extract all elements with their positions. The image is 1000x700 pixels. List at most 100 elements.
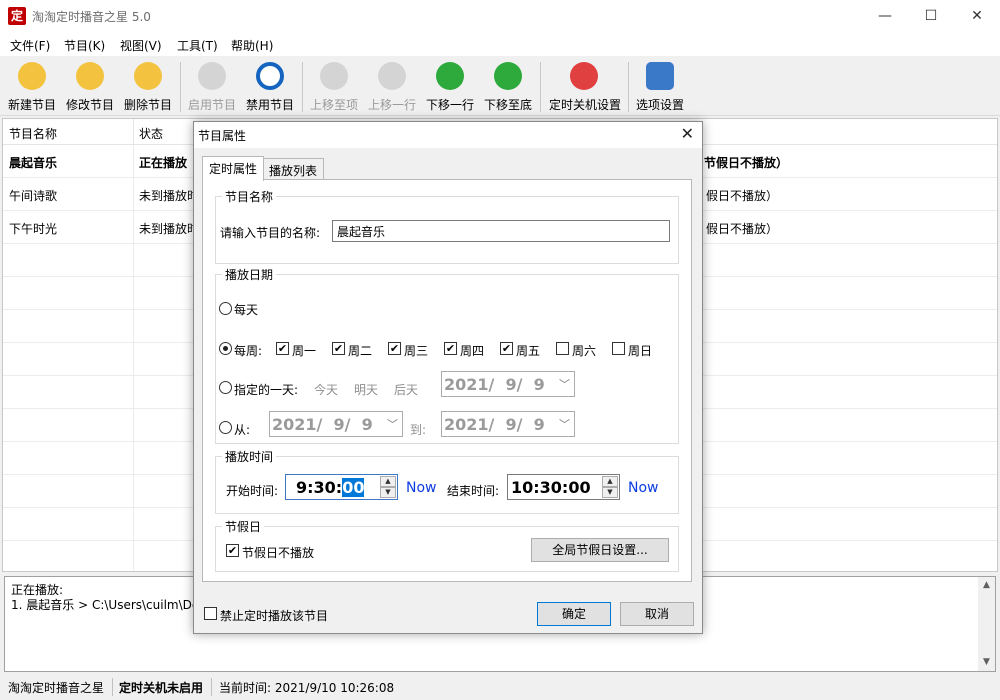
start-time-spinner[interactable]: 9:30:00 ▲ ▼ (285, 474, 398, 500)
monday-label[interactable]: 周一 (292, 342, 316, 359)
edit-program-button[interactable]: 修改节目 (61, 60, 119, 114)
end-now-link[interactable]: Now (628, 480, 659, 496)
start-time-label: 开始时间: (226, 484, 279, 498)
today-link[interactable]: 今天 (314, 381, 338, 398)
program-properties-dialog: 节目属性 ✕ 定时属性 播放列表 节目名称 请输入节目的名称: 晨起音乐 播放日… (193, 121, 703, 634)
close-window-button[interactable]: ✕ (954, 0, 1000, 32)
column-divider[interactable] (133, 119, 134, 145)
start-now-link[interactable]: Now (406, 480, 437, 496)
close-icon[interactable]: ✕ (681, 124, 694, 143)
saturday-checkbox[interactable] (556, 342, 569, 355)
end-time-value: 10:30:00 (511, 478, 591, 497)
tuesday-checkbox[interactable]: ✔ (332, 342, 345, 355)
play-time-group: 播放时间 开始时间: 9:30:00 ▲ ▼ Now 结束时间: 10:30:0… (215, 448, 679, 514)
dialog-title: 节目属性 (198, 129, 247, 143)
thursday-label[interactable]: 周四 (460, 342, 484, 359)
menu-program[interactable]: 节目(K) (64, 37, 105, 54)
column-header-status[interactable]: 状态 (139, 125, 163, 142)
wednesday-label[interactable]: 周三 (404, 342, 428, 359)
skip-holiday-label[interactable]: 节假日不播放 (242, 544, 314, 561)
day-after-link[interactable]: 后天 (394, 381, 418, 398)
chevron-down-icon[interactable]: ﹀ (387, 416, 398, 432)
monday-checkbox[interactable]: ✔ (276, 342, 289, 355)
menu-bar: 文件(F) 节目(K) 视图(V) 工具(T) 帮助(H) (0, 32, 1000, 56)
new-program-button[interactable]: 新建节目 (3, 60, 61, 114)
daily-label[interactable]: 每天 (234, 301, 258, 318)
daily-radio[interactable] (219, 302, 232, 315)
row-name: 晨起音乐 (9, 156, 58, 170)
specific-date-value: 2021/ 9/ 9 (444, 375, 545, 394)
saturday-label[interactable]: 周六 (572, 342, 596, 359)
status-app-name: 淘淘定时播音之星 (8, 681, 105, 695)
menu-help[interactable]: 帮助(H) (231, 37, 273, 54)
tab-playlist[interactable]: 播放列表 (262, 158, 325, 180)
move-top-button[interactable]: 上移至项 (305, 60, 363, 114)
play-date-group-title: 播放日期 (222, 266, 277, 283)
program-name-input[interactable]: 晨起音乐 (332, 220, 670, 242)
disable-program-checkbox[interactable] (204, 607, 217, 620)
tomorrow-link[interactable]: 明天 (354, 381, 378, 398)
friday-checkbox[interactable]: ✔ (500, 342, 513, 355)
log-line: 1. 晨起音乐 > C:\Users\cuilm\Des (11, 598, 206, 612)
spin-up-icon[interactable]: ▲ (602, 476, 618, 487)
program-name-group: 节目名称 请输入节目的名称: 晨起音乐 (215, 188, 679, 264)
skip-holiday-checkbox[interactable]: ✔ (226, 544, 239, 557)
toolbar: 新建节目 修改节目 删除节目 启用节目 禁用节目 上移至项 上移一行 下移一行 … (0, 56, 1000, 116)
disable-program-label: 禁用节目 (245, 98, 294, 112)
menu-file[interactable]: 文件(F) (10, 37, 50, 54)
spin-up-icon[interactable]: ▲ (380, 476, 396, 487)
enable-program-button[interactable]: 启用节目 (183, 60, 241, 114)
dialog-title-bar: 节目属性 ✕ (194, 122, 702, 148)
sunday-checkbox[interactable] (612, 342, 625, 355)
scroll-down-icon[interactable]: ▼ (978, 654, 995, 671)
row-schedule: 假日不播放） (706, 189, 779, 203)
move-down-button[interactable]: 下移一行 (421, 60, 479, 114)
row-name: 下午时光 (9, 222, 58, 236)
cancel-button[interactable]: 取消 (620, 602, 694, 626)
move-up-icon (378, 62, 406, 90)
move-bottom-label: 下移至底 (483, 98, 532, 112)
maximize-button[interactable]: ☐ (908, 0, 954, 32)
friday-label[interactable]: 周五 (516, 342, 540, 359)
weekly-radio[interactable] (219, 342, 232, 355)
chevron-down-icon[interactable]: ﹀ (559, 376, 570, 392)
range-radio[interactable] (219, 421, 232, 434)
shutdown-settings-button[interactable]: 定时关机设置 (549, 60, 621, 114)
end-time-spinner[interactable]: 10:30:00 ▲ ▼ (507, 474, 620, 500)
row-name: 午间诗歌 (9, 189, 58, 203)
specific-day-radio[interactable] (219, 381, 232, 394)
spin-down-icon[interactable]: ▼ (602, 487, 618, 498)
from-date-picker[interactable]: 2021/ 9/ 9 ﹀ (269, 411, 403, 437)
sunday-label[interactable]: 周日 (628, 342, 652, 359)
menu-tools[interactable]: 工具(T) (177, 37, 218, 54)
schedule-properties-panel: 节目名称 请输入节目的名称: 晨起音乐 播放日期 每天 每周: ✔ 周一 ✔ 周… (202, 179, 692, 582)
wednesday-checkbox[interactable]: ✔ (388, 342, 401, 355)
disable-program-label[interactable]: 禁止定时播放该节目 (220, 607, 328, 624)
chevron-down-icon[interactable]: ﹀ (559, 416, 570, 432)
options-button[interactable]: 选项设置 (631, 60, 689, 114)
scroll-up-icon[interactable]: ▲ (978, 577, 995, 594)
column-header-name[interactable]: 节目名称 (9, 125, 57, 142)
move-up-button[interactable]: 上移一行 (363, 60, 421, 114)
minimize-button[interactable]: — (862, 0, 908, 32)
spin-down-icon[interactable]: ▼ (380, 487, 396, 498)
tab-schedule-properties[interactable]: 定时属性 (202, 156, 265, 181)
ok-button[interactable]: 确定 (537, 602, 611, 626)
global-holiday-settings-button[interactable]: 全局节假日设置... (531, 538, 669, 562)
status-bar: 淘淘定时播音之星 定时关机未启用 当前时间: 2021/9/10 10:26:0… (0, 674, 1000, 700)
log-scrollbar[interactable]: ▲ ▼ (978, 577, 995, 671)
power-icon (570, 62, 598, 90)
range-from-label[interactable]: 从: (234, 421, 250, 438)
delete-program-button[interactable]: 删除节目 (119, 60, 177, 114)
menu-view[interactable]: 视图(V) (120, 37, 162, 54)
tuesday-label[interactable]: 周二 (348, 342, 372, 359)
specific-date-picker[interactable]: 2021/ 9/ 9 ﹀ (441, 371, 575, 397)
thursday-checkbox[interactable]: ✔ (444, 342, 457, 355)
disable-program-button[interactable]: 禁用节目 (241, 60, 299, 114)
weekly-label[interactable]: 每周: (234, 342, 262, 359)
to-date-value: 2021/ 9/ 9 (444, 415, 545, 434)
to-date-picker[interactable]: 2021/ 9/ 9 ﹀ (441, 411, 575, 437)
move-bottom-button[interactable]: 下移至底 (479, 60, 537, 114)
specific-day-label[interactable]: 指定的一天: (234, 381, 298, 398)
row-status: 未到播放时 (139, 222, 200, 236)
